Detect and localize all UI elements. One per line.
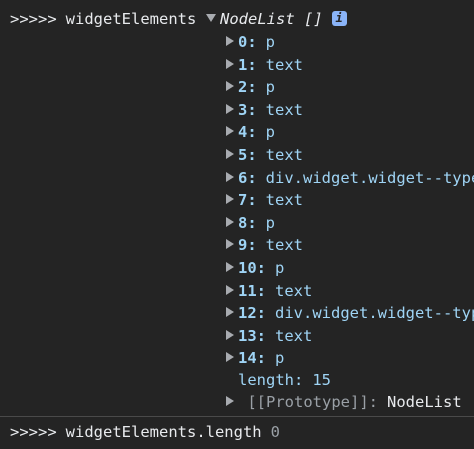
nodelist-type-label: NodeList [] [220, 10, 323, 28]
nodelist-item-value: div.widget.widget--type [265, 168, 474, 187]
nodelist-item-key: 5: [238, 146, 257, 164]
triangle-down-icon[interactable] [206, 14, 216, 22]
nodelist-item-value: text [265, 191, 303, 210]
nodelist-item[interactable]: 6: div.widget.widget--type [226, 167, 474, 189]
length-row: length: 15 [238, 369, 331, 391]
nodelist-item-key: 13: [238, 326, 266, 345]
console-entry-length: >>>>> widgetElements.length 0 [10, 421, 474, 443]
console-expression: widgetElements [65, 10, 197, 28]
nodelist-item[interactable]: 12: div.widget.widget--typ [226, 302, 474, 324]
triangle-right-icon[interactable] [226, 126, 234, 137]
nodelist-item[interactable]: 0: p [226, 31, 275, 53]
nodelist-header[interactable]: NodeList [] i [206, 8, 347, 30]
info-icon[interactable]: i [331, 10, 347, 26]
nodelist-item-value: text [265, 146, 303, 164]
nodelist-item-key: 8: [238, 213, 257, 232]
nodelist-item[interactable]: 3: text [226, 99, 303, 121]
nodelist-item-key: 3: [238, 100, 257, 119]
nodelist-item[interactable]: 4: p [226, 121, 275, 143]
nodelist-item-value: p [275, 259, 285, 277]
nodelist-item-value: text [265, 55, 303, 74]
triangle-right-icon[interactable] [226, 58, 234, 69]
nodelist-item-key: 0: [238, 33, 257, 51]
nodelist-item-value: text [265, 236, 303, 255]
triangle-right-icon[interactable] [226, 329, 234, 340]
length-value: 15 [312, 371, 331, 389]
nodelist-item-key: 12: [238, 304, 266, 323]
console-prompt: >>>>> [10, 10, 57, 28]
triangle-right-icon[interactable] [226, 284, 234, 295]
nodelist-item-key: 9: [238, 236, 257, 255]
nodelist-item[interactable]: 8: p [226, 212, 275, 234]
triangle-right-icon[interactable] [226, 194, 234, 205]
nodelist-item-key: 11: [238, 281, 266, 300]
nodelist-item-key: 7: [238, 191, 257, 210]
prototype-key: [[Prototype]]: [247, 393, 378, 411]
nodelist-item-value: text [275, 281, 313, 300]
console-expression: widgetElements.length [65, 423, 262, 441]
nodelist-item-value: p [265, 78, 276, 97]
nodelist-item[interactable]: 2: p [226, 76, 275, 98]
nodelist-item[interactable]: 5: text [226, 144, 303, 166]
nodelist-item[interactable]: 9: text [226, 234, 303, 256]
triangle-right-icon[interactable] [226, 352, 234, 363]
console-prompt: >>>>> [10, 423, 57, 441]
console-result-value: 0 [270, 423, 280, 441]
nodelist-item-value: p [265, 33, 276, 51]
nodelist-item-value: p [265, 213, 276, 232]
triangle-right-icon[interactable] [226, 239, 234, 250]
nodelist-item-key: 1: [238, 55, 257, 74]
nodelist-item-value: p [265, 123, 276, 142]
nodelist-item-key: 4: [238, 123, 257, 142]
nodelist-item[interactable]: 11: text [226, 280, 312, 302]
nodelist-item[interactable]: 1: text [226, 54, 303, 76]
triangle-right-icon[interactable] [226, 171, 234, 182]
nodelist-item-key: 10: [238, 259, 266, 277]
nodelist-item-value: p [275, 349, 285, 368]
prototype-row[interactable]: [[Prototype]]: NodeList [226, 391, 462, 413]
triangle-right-icon[interactable] [226, 36, 234, 46]
console-divider [0, 416, 474, 417]
triangle-right-icon[interactable] [226, 216, 234, 227]
nodelist-item-value: div.widget.widget--typ [275, 304, 474, 323]
prototype-value: NodeList [387, 393, 462, 411]
nodelist-item-key: 2: [238, 78, 257, 97]
triangle-right-icon[interactable] [226, 81, 234, 92]
nodelist-item[interactable]: 10: p [226, 257, 284, 279]
nodelist-item-value: text [265, 100, 303, 119]
nodelist-item[interactable]: 14: p [226, 347, 284, 369]
triangle-right-icon[interactable] [226, 262, 234, 272]
triangle-right-icon[interactable] [226, 103, 234, 114]
triangle-right-icon[interactable] [226, 307, 234, 318]
nodelist-item-value: text [275, 326, 313, 345]
nodelist-item[interactable]: 7: text [226, 189, 303, 211]
nodelist-item[interactable]: 13: text [226, 325, 312, 347]
triangle-right-icon[interactable] [226, 149, 234, 159]
triangle-right-icon[interactable] [226, 396, 234, 406]
nodelist-item-key: 14: [238, 349, 266, 368]
nodelist-item-key: 6: [238, 168, 257, 187]
length-key: length: [238, 371, 304, 389]
